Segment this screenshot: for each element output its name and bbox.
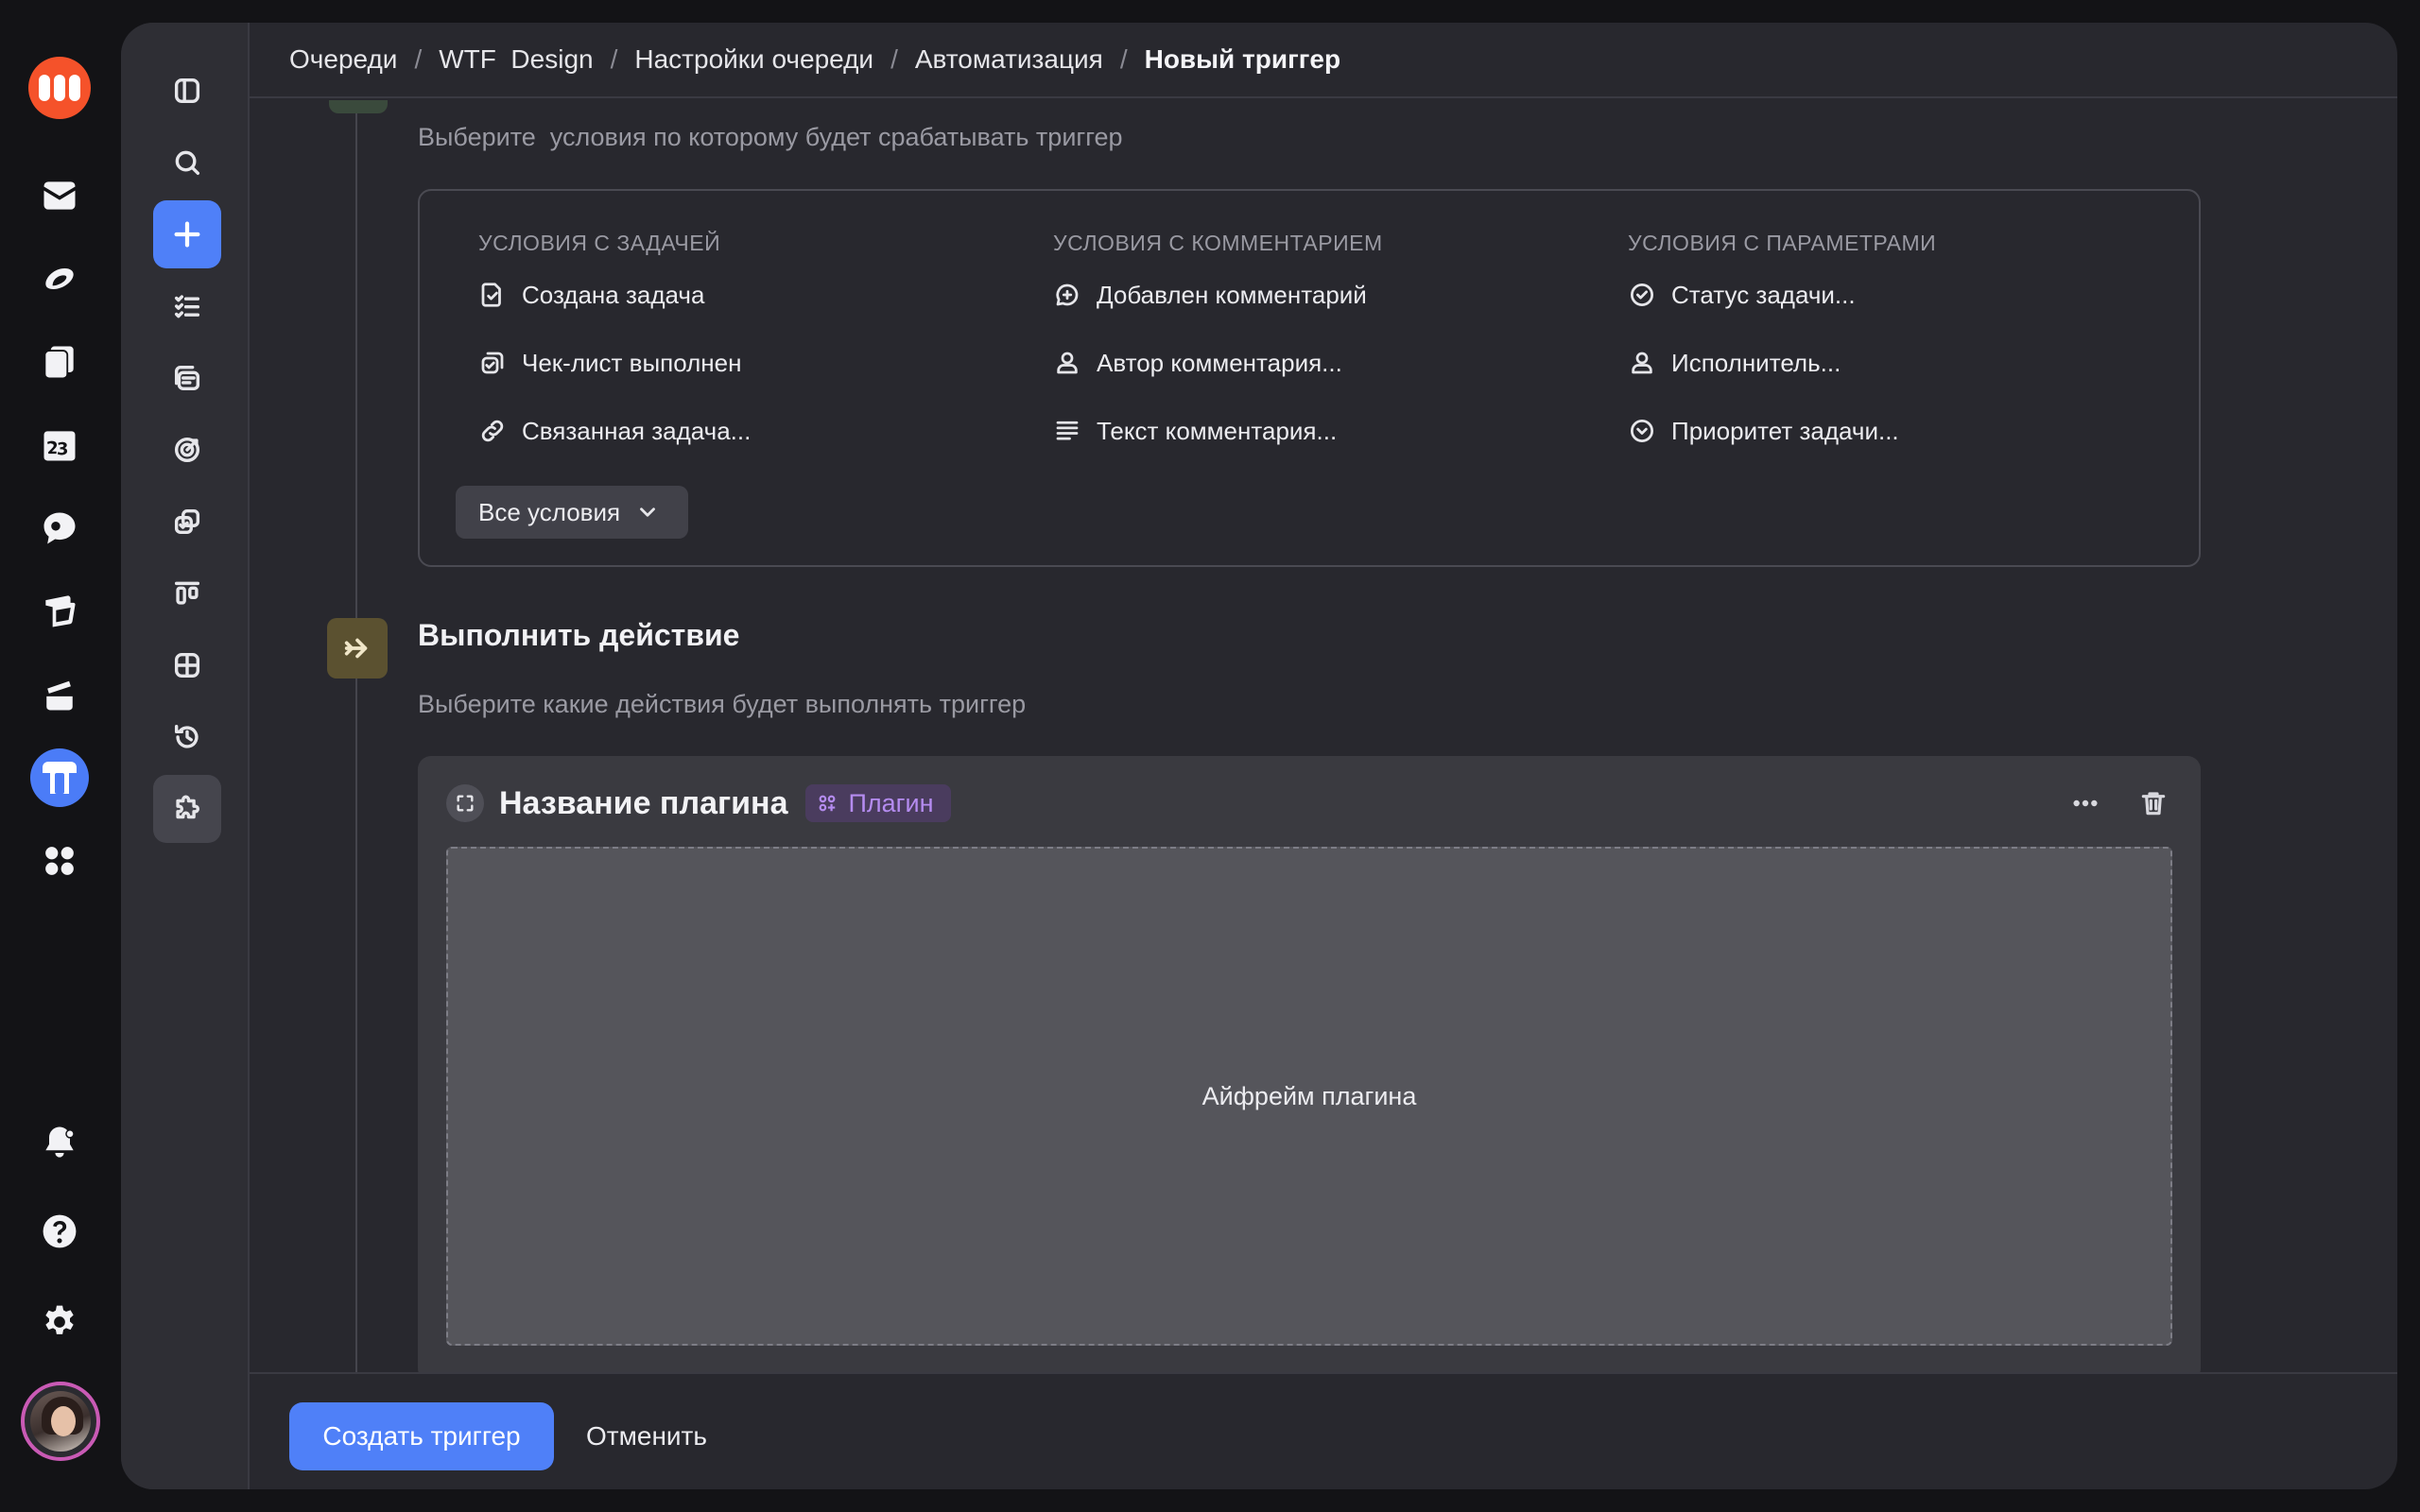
condition-label: Чек-лист выполнен (522, 348, 742, 377)
condition-item[interactable]: Связанная задача... (478, 397, 751, 465)
projects-icon[interactable] (153, 488, 221, 556)
column-heading: УСЛОВИЯ С ПАРАМЕТРАМИ (1628, 231, 1937, 255)
plugins-icon[interactable] (153, 775, 221, 843)
text-lines-icon (1056, 421, 1079, 440)
documents-icon[interactable] (32, 335, 87, 389)
condition-label: Создана задача (522, 280, 705, 309)
comment-conditions-column: УСЛОВИЯ С КОММЕНТАРИЕМ Добавлен коммента… (1053, 231, 1383, 465)
trigger-editor: Выберите условия по которому будет сраба… (250, 100, 2397, 1372)
column-heading: УСЛОВИЯ С ЗАДАЧЕЙ (478, 231, 721, 255)
action-subtitle: Выберите какие действия будет выполнять … (418, 690, 1027, 718)
toggle-sidebar-icon[interactable] (153, 57, 221, 125)
condition-item[interactable]: Автор комментария... (1053, 329, 1383, 397)
condition-label: Исполнитель... (1671, 348, 1841, 377)
circle-chevron-down-icon (1631, 420, 1653, 442)
disk-icon[interactable] (32, 251, 87, 306)
time-tracking-icon[interactable] (153, 703, 221, 771)
condition-label: Добавлен комментарий (1097, 280, 1367, 309)
condition-item[interactable]: Добавлен комментарий (1053, 261, 1383, 329)
conditions-subtitle: Выберите условия по которому будет сраба… (418, 123, 1123, 151)
breadcrumb: Очереди / WTF Design / Настройки очереди… (250, 23, 2397, 98)
more-options-icon[interactable] (2066, 784, 2104, 822)
create-button[interactable] (153, 200, 221, 268)
plugin-card-header: Название плагина Плагин (446, 782, 951, 824)
condition-item[interactable]: Чек-лист выполнен (478, 329, 751, 397)
condition-item[interactable]: Создана задача (478, 261, 751, 329)
app-switcher-rail (0, 0, 121, 1512)
breadcrumb-queues[interactable]: Очереди (289, 44, 397, 75)
person-icon (1057, 352, 1078, 374)
plugin-card-actions (2066, 784, 2172, 822)
checklist-copy-icon (481, 352, 504, 374)
yandex-360-logo[interactable] (28, 57, 91, 119)
link-icon (481, 420, 504, 442)
mail-icon[interactable] (32, 168, 87, 223)
calendar-icon[interactable] (32, 418, 87, 472)
conditions-step-marker (329, 100, 388, 113)
breadcrumb-queue[interactable]: WTF Design (439, 44, 593, 75)
column-heading: УСЛОВИЯ С КОММЕНТАРИЕМ (1053, 231, 1383, 255)
cancel-button[interactable]: Отменить (571, 1402, 722, 1470)
circle-check-icon (1631, 284, 1653, 306)
tracker-app-icon[interactable] (30, 748, 89, 807)
trash-icon[interactable] (2135, 784, 2172, 822)
tracker-window: Очереди / WTF Design / Настройки очереди… (121, 23, 2397, 1489)
tracker-sidebar (121, 23, 250, 1489)
breadcrumb-separator: / (414, 44, 423, 74)
parameter-conditions-column: УСЛОВИЯ С ПАРАМЕТРАМИ Статус задачи... И… (1628, 231, 1936, 465)
create-trigger-button[interactable]: Создать триггер (289, 1402, 554, 1470)
breadcrumb-queue-settings[interactable]: Настройки очереди (634, 44, 873, 75)
queues-icon[interactable] (153, 344, 221, 412)
conditions-panel: УСЛОВИЯ С ЗАДАЧЕЙ Создана задача Чек-лис… (418, 189, 2201, 567)
settings-gear-icon[interactable] (32, 1295, 87, 1349)
user-avatar[interactable] (21, 1382, 100, 1461)
comment-plus-icon (1056, 284, 1079, 306)
breadcrumb-separator: / (890, 44, 898, 74)
breadcrumb-new-trigger: Новый триггер (1144, 44, 1341, 74)
condition-item[interactable]: Статус задачи... (1628, 261, 1936, 329)
notifications-bell-icon[interactable] (32, 1115, 87, 1170)
steps-timeline (355, 100, 357, 1372)
condition-label: Текст комментария... (1097, 416, 1338, 445)
condition-label: Статус задачи... (1671, 280, 1856, 309)
person-icon (1632, 352, 1652, 374)
plugin-badge-icon (819, 795, 835, 812)
all-conditions-label: Все условия (478, 497, 621, 526)
search-icon[interactable] (153, 129, 221, 197)
condition-item[interactable]: Исполнитель... (1628, 329, 1936, 397)
condition-item[interactable]: Приоритет задачи... (1628, 397, 1936, 465)
file-check-icon (481, 283, 501, 307)
plugin-card: Название плагина Плагин Айфрейм плагина (418, 756, 2201, 1372)
telemost-icon[interactable] (32, 667, 87, 722)
condition-label: Связанная задача... (522, 416, 752, 445)
arrow-right-icon (344, 638, 368, 659)
breadcrumb-automation[interactable]: Автоматизация (915, 44, 1103, 75)
all-apps-icon[interactable] (32, 833, 87, 888)
condition-item[interactable]: Текст комментария... (1053, 397, 1383, 465)
plugin-iframe-label: Айфрейм плагина (1201, 1081, 1417, 1110)
help-icon[interactable] (32, 1204, 87, 1259)
plugin-name: Название плагина (499, 784, 788, 821)
breadcrumb-separator: / (610, 44, 618, 74)
boards-icon[interactable] (153, 559, 221, 627)
breadcrumb-separator: / (1119, 44, 1128, 74)
messenger-icon[interactable] (32, 501, 87, 556)
forms-icon[interactable] (32, 584, 87, 639)
chevron-down-icon (640, 507, 655, 517)
my-tasks-icon[interactable] (153, 272, 221, 340)
dashboards-icon[interactable] (153, 631, 221, 699)
plugin-iframe[interactable]: Айфрейм плагина (446, 847, 2172, 1346)
action-step-marker (327, 618, 388, 679)
expand-icon[interactable] (446, 784, 484, 822)
plugin-badge: Плагин (804, 784, 951, 822)
all-conditions-button[interactable]: Все условия (456, 486, 688, 539)
form-footer: Создать триггер Отменить (250, 1372, 2397, 1489)
condition-label: Приоритет задачи... (1671, 416, 1899, 445)
goals-icon[interactable] (153, 416, 221, 484)
condition-label: Автор комментария... (1097, 348, 1342, 377)
task-conditions-column: УСЛОВИЯ С ЗАДАЧЕЙ Создана задача Чек-лис… (478, 231, 751, 465)
action-title: Выполнить действие (418, 618, 740, 652)
plugin-badge-label: Плагин (848, 788, 934, 817)
